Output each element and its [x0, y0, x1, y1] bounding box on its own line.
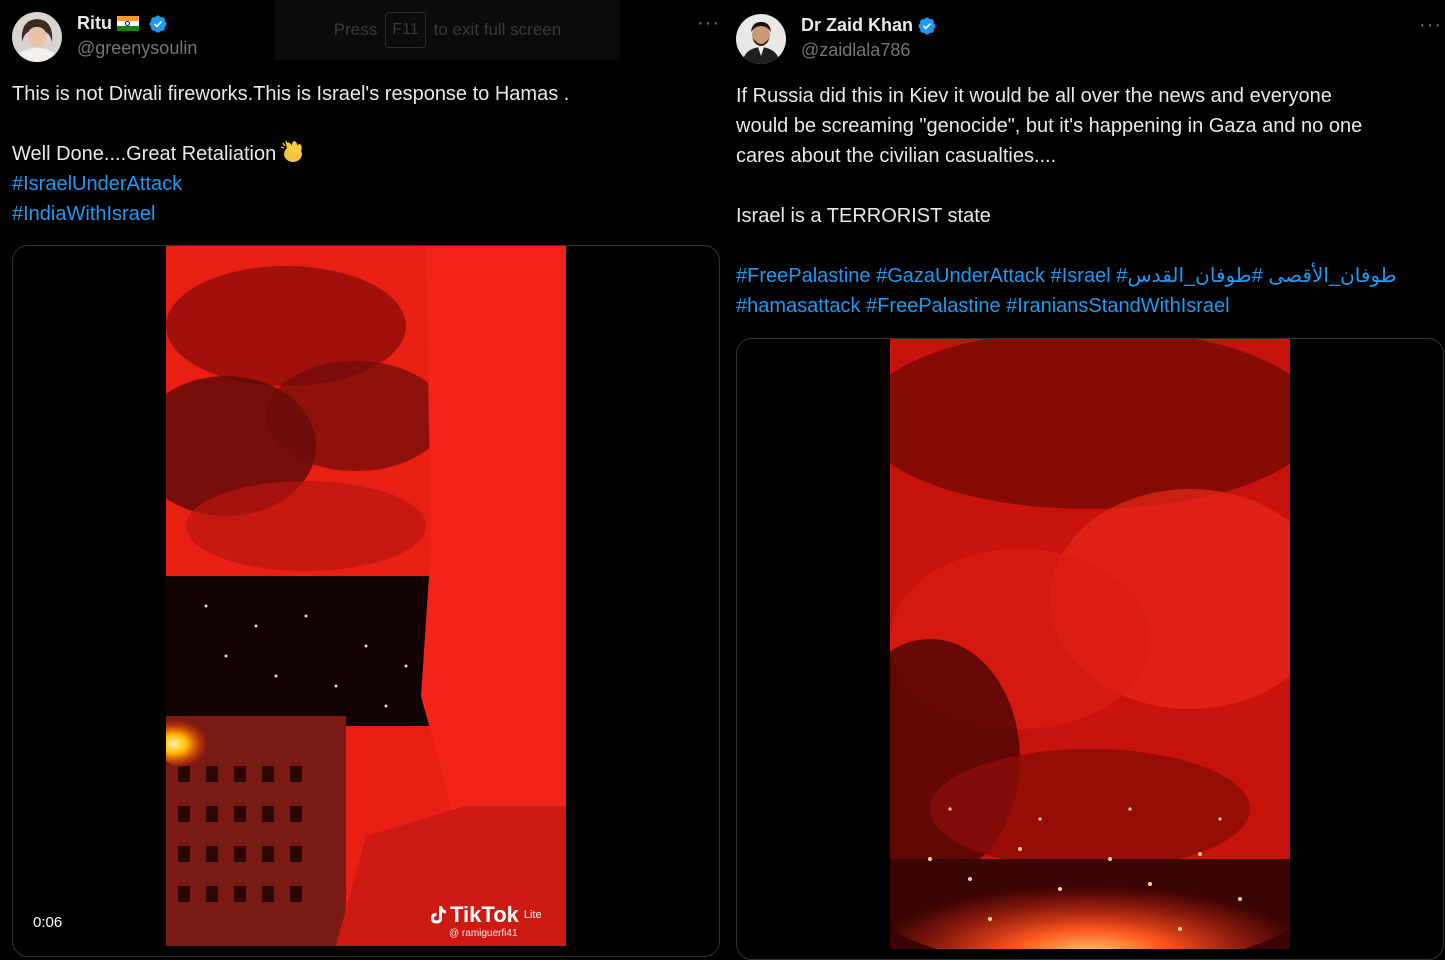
fullscreen-notice-suffix: to exit full screen	[433, 20, 562, 39]
tiktok-brand: TikTok Lite	[429, 902, 542, 928]
tiktok-watermark: TikTok Lite @ ramiguerfi41	[429, 902, 542, 939]
tweet-text: If Russia did this in Kiev it would be a…	[736, 81, 1397, 321]
india-flag-icon	[117, 16, 139, 31]
tiktok-username: @ ramiguerfi41	[449, 928, 518, 939]
avatar[interactable]	[736, 14, 786, 64]
f11-key: F11	[385, 12, 426, 48]
video-timestamp: 0:06	[27, 912, 69, 933]
tweet-text: This is not Diwali fireworks.This is Isr…	[12, 79, 569, 229]
video-frame	[890, 339, 1290, 949]
hashtag-line[interactable]: #hamasattack #FreePalastine #IraniansSta…	[736, 291, 1397, 321]
tweet-text-line: would be screaming "genocide", but it's …	[736, 115, 1363, 137]
avatar-image	[12, 12, 62, 62]
tweet-text-line	[736, 171, 1397, 201]
tweet-text-segment: Well Done....Great Retaliation	[12, 143, 277, 165]
tweet-text-line	[12, 109, 569, 139]
author-handle[interactable]: @zaidlala786	[801, 40, 910, 61]
tweet-text-line: Well Done....Great Retaliation	[12, 139, 569, 169]
tiktok-label: TikTok	[450, 902, 519, 927]
more-options-icon[interactable]: ···	[1419, 14, 1442, 37]
fullscreen-notice: Press F11 to exit full screen	[275, 0, 620, 60]
author-name[interactable]: Ritu	[77, 13, 112, 34]
video-player[interactable]: 0:06 TikTok Lite @ ramiguerfi41	[12, 245, 720, 957]
tweet-text-line: Israel is a TERRORIST state	[736, 205, 991, 227]
verified-badge-icon[interactable]	[917, 16, 937, 36]
tiktok-logo-icon	[431, 906, 446, 924]
tweet-ritu: Ritu @greenysoulin ··· This is not Diwal…	[0, 0, 722, 957]
tiktok-lite-label: Lite	[523, 909, 542, 921]
video-frame	[166, 246, 566, 946]
fullscreen-notice-press: Press	[333, 20, 378, 39]
hashtag-link[interactable]: #IndiaWithIsrael	[12, 199, 569, 229]
avatar-image	[736, 14, 786, 64]
verified-badge-icon[interactable]	[148, 14, 168, 34]
tweet-text-line: If Russia did this in Kiev it would be a…	[736, 85, 1332, 107]
hashtag-link[interactable]: #IsraelUnderAttack	[12, 169, 569, 199]
author-name[interactable]: Dr Zaid Khan	[801, 15, 913, 36]
tweet-text-line: cares about the civilian casualties....	[736, 145, 1057, 167]
hashtag-line[interactable]: #FreePalastine #GazaUnderAttack #Israel …	[736, 261, 1397, 291]
clapping-hands-icon	[280, 140, 303, 162]
tweet-text-line	[736, 231, 1397, 261]
more-options-icon[interactable]: ···	[697, 12, 720, 35]
author-handle[interactable]: @greenysoulin	[77, 38, 197, 59]
video-player[interactable]	[736, 338, 1444, 960]
tweet-zaid-khan: Dr Zaid Khan @zaidlala786 ··· If Russia …	[722, 0, 1445, 960]
tweet-text-line: This is not Diwali fireworks.This is Isr…	[12, 83, 570, 105]
avatar[interactable]	[12, 12, 62, 62]
